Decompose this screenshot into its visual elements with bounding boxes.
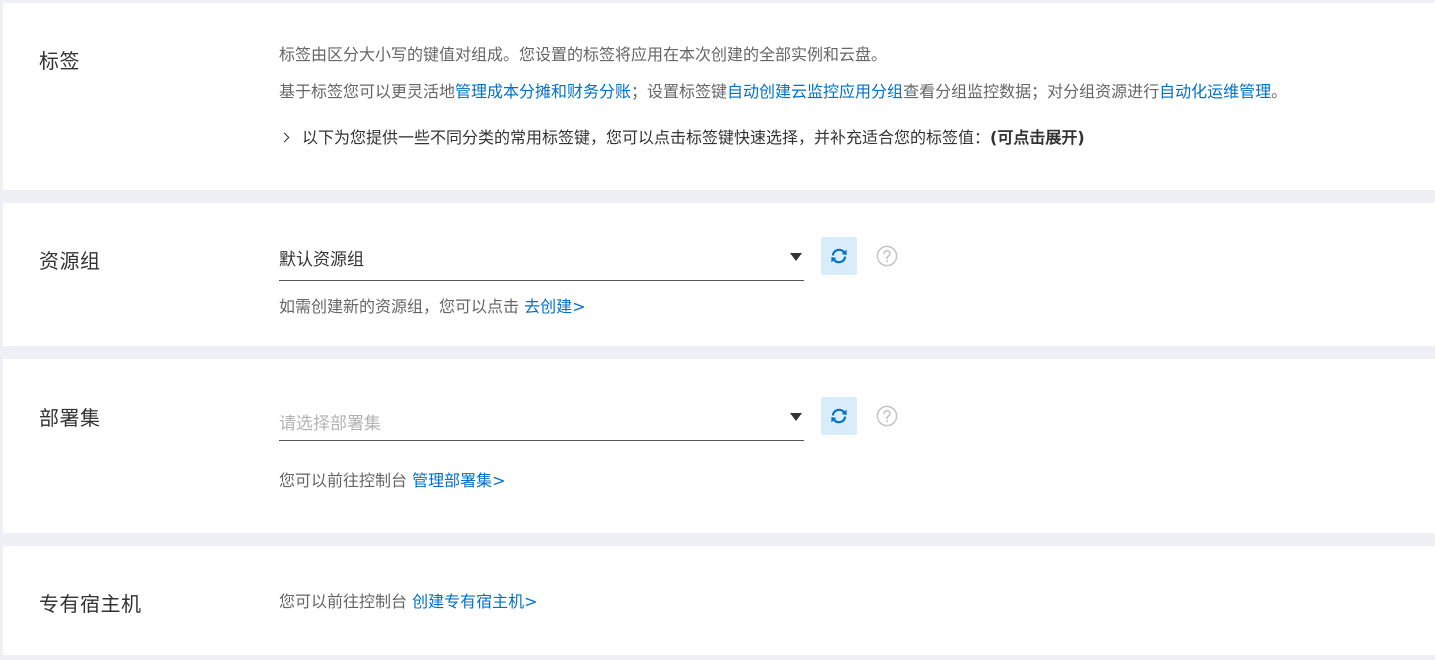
dedicated-host-hint-text: 您可以前往控制台	[279, 592, 413, 611]
automated-ops-link[interactable]: 自动化运维管理	[1159, 82, 1271, 101]
cloudmonitor-group-link[interactable]: 自动创建云监控应用分组	[727, 82, 903, 101]
deployment-set-refresh-button[interactable]	[821, 397, 857, 435]
resource-group-label: 资源组	[39, 249, 101, 273]
deployment-set-label: 部署集	[39, 406, 101, 430]
common-tag-keys-text: 以下为您提供一些不同分类的常用标签键，您可以点击标签键快速选择，并补充适合您的标…	[302, 128, 991, 147]
tags-usage-text: 基于标签您可以更灵活地管理成本分摊和财务分账；设置标签键自动创建云监控应用分组查…	[279, 78, 1287, 102]
create-resource-group-link[interactable]: 去创建>	[524, 297, 585, 316]
resource-group-hint: 如需创建新的资源组，您可以点击 去创建>	[279, 293, 586, 317]
deployment-set-placeholder: 请选择部署集	[279, 414, 381, 434]
caret-down-icon	[790, 413, 802, 421]
expand-hint: (可点击展开)	[990, 128, 1085, 147]
question-circle-icon[interactable]	[876, 405, 898, 427]
deployment-set-hint: 您可以前往控制台 管理部署集>	[279, 467, 506, 491]
refresh-icon	[831, 408, 847, 424]
deployment-set-select[interactable]: 请选择部署集	[279, 397, 804, 441]
tags-usage-mid2: 查看分组监控数据；对分组资源进行	[903, 82, 1160, 101]
resource-group-select[interactable]: 默认资源组	[279, 237, 804, 281]
deployment-set-section: 部署集 请选择部署集 您可以前往控制台 管理部署集>	[3, 359, 1435, 533]
chevron-right-icon	[279, 132, 290, 143]
question-circle-icon[interactable]	[876, 245, 898, 267]
manage-deployment-set-link[interactable]: 管理部署集>	[412, 471, 505, 490]
tags-description: 标签由区分大小写的键值对组成。您设置的标签将应用在本次创建的全部实例和云盘。	[279, 45, 888, 64]
caret-down-icon	[790, 253, 802, 261]
resource-group-refresh-button[interactable]	[821, 237, 857, 275]
tags-usage-suffix: 。	[1271, 82, 1288, 101]
cost-allocation-link[interactable]: 管理成本分摊和财务分账	[455, 82, 631, 101]
resource-group-hint-text: 如需创建新的资源组，您可以点击	[279, 297, 525, 316]
tags-usage-prefix: 基于标签您可以更灵活地	[279, 82, 456, 101]
deployment-set-hint-text: 您可以前往控制台	[279, 471, 413, 490]
resource-group-section: 资源组 默认资源组 如需创建新的资源组，您可以点击 去创建>	[3, 203, 1435, 346]
common-tag-keys-expander[interactable]: 以下为您提供一些不同分类的常用标签键，您可以点击标签键快速选择，并补充适合您的标…	[279, 124, 1085, 148]
resource-group-value: 默认资源组	[279, 250, 364, 270]
dedicated-host-section: 专有宿主机 您可以前往控制台 创建专有宿主机>	[3, 546, 1435, 655]
create-dedicated-host-link[interactable]: 创建专有宿主机>	[412, 592, 537, 611]
tags-section: 标签 标签由区分大小写的键值对组成。您设置的标签将应用在本次创建的全部实例和云盘…	[3, 3, 1435, 190]
dedicated-host-hint: 您可以前往控制台 创建专有宿主机>	[279, 588, 538, 612]
dedicated-host-label: 专有宿主机	[39, 592, 142, 616]
tags-usage-mid: ；设置标签键	[631, 82, 728, 101]
refresh-icon	[831, 248, 847, 264]
tags-label: 标签	[39, 49, 80, 73]
